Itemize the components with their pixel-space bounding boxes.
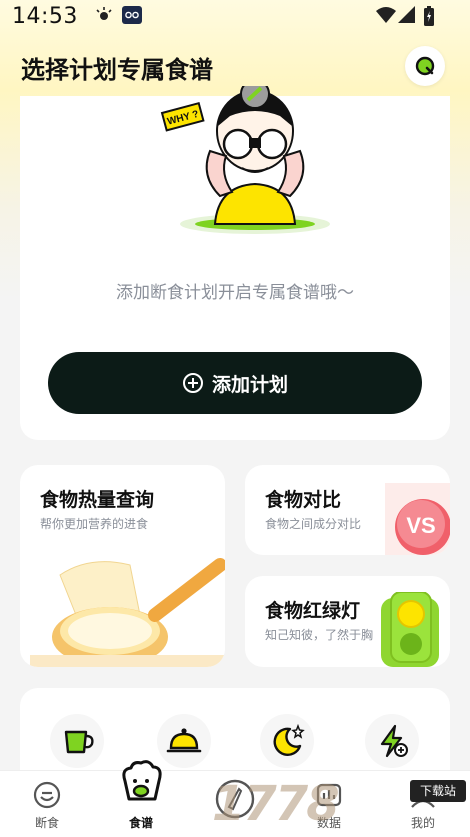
tab-label: 我的: [410, 816, 435, 830]
tab-recipe[interactable]: 食谱: [101, 760, 181, 837]
plan-hint: 添加断食计划开启专属食谱哦～: [116, 283, 354, 303]
app-notification-icon: [122, 6, 142, 28]
card-subtitle: 知己知彼，了然于胸: [265, 628, 374, 642]
signal-icon: [398, 6, 416, 28]
card-title: 食物对比: [265, 489, 342, 511]
search-button[interactable]: [405, 46, 445, 86]
add-plan-button[interactable]: 添加计划: [48, 352, 422, 414]
card-title: 食物热量查询: [40, 489, 155, 511]
tool-sleep-button[interactable]: [260, 714, 314, 768]
cup-icon: [64, 730, 94, 754]
plan-card: WHY ? 添加断食计划开启专属食谱哦～ 添加计划: [20, 86, 450, 440]
lightning-plus-icon: [380, 724, 408, 758]
vs-badge: VS: [406, 513, 435, 538]
fasting-icon: [33, 781, 61, 809]
card-subtitle: 食物之间成分对比: [265, 517, 362, 531]
status-time: 14:53: [12, 4, 78, 29]
tool-energy-button[interactable]: [365, 714, 419, 768]
binoculars-girl-illustration: WHY ?: [160, 86, 330, 234]
brightness-icon: [95, 6, 113, 28]
dish-cover-icon: [166, 728, 202, 753]
wifi-icon: [376, 6, 396, 28]
tool-meal-button[interactable]: [157, 714, 211, 768]
card-title: 食物红绿灯: [265, 600, 361, 622]
watermark-badge: 下载站: [410, 780, 466, 802]
tab-label: 食谱: [128, 816, 153, 830]
pan-illustration: [30, 558, 225, 667]
traffic-light-icon: [381, 592, 439, 667]
tab-fasting[interactable]: 断食: [7, 771, 87, 837]
moon-star-icon: [273, 723, 305, 756]
tab-label: 断食: [34, 816, 59, 830]
card-subtitle: 帮你更加营养的进食: [40, 517, 149, 531]
status-bar: 14:53: [0, 0, 470, 34]
tool-drink-button[interactable]: [50, 714, 104, 768]
add-plan-label: 添加计划: [211, 373, 288, 396]
battery-icon: [424, 6, 434, 30]
vs-icon: VS: [385, 483, 450, 555]
calorie-lookup-card[interactable]: 食物热量查询 帮你更加营养的进食: [20, 465, 225, 667]
food-traffic-light-card[interactable]: 食物红绿灯 知己知彼，了然于胸: [245, 576, 450, 667]
watermark-text: 1778: [212, 776, 340, 832]
recipe-icon: [122, 760, 162, 801]
plus-circle-icon: [182, 373, 203, 393]
food-compare-card[interactable]: 食物对比 食物之间成分对比 VS: [245, 465, 450, 555]
page-title: 选择计划专属食谱: [21, 56, 213, 84]
search-icon: [415, 56, 435, 76]
